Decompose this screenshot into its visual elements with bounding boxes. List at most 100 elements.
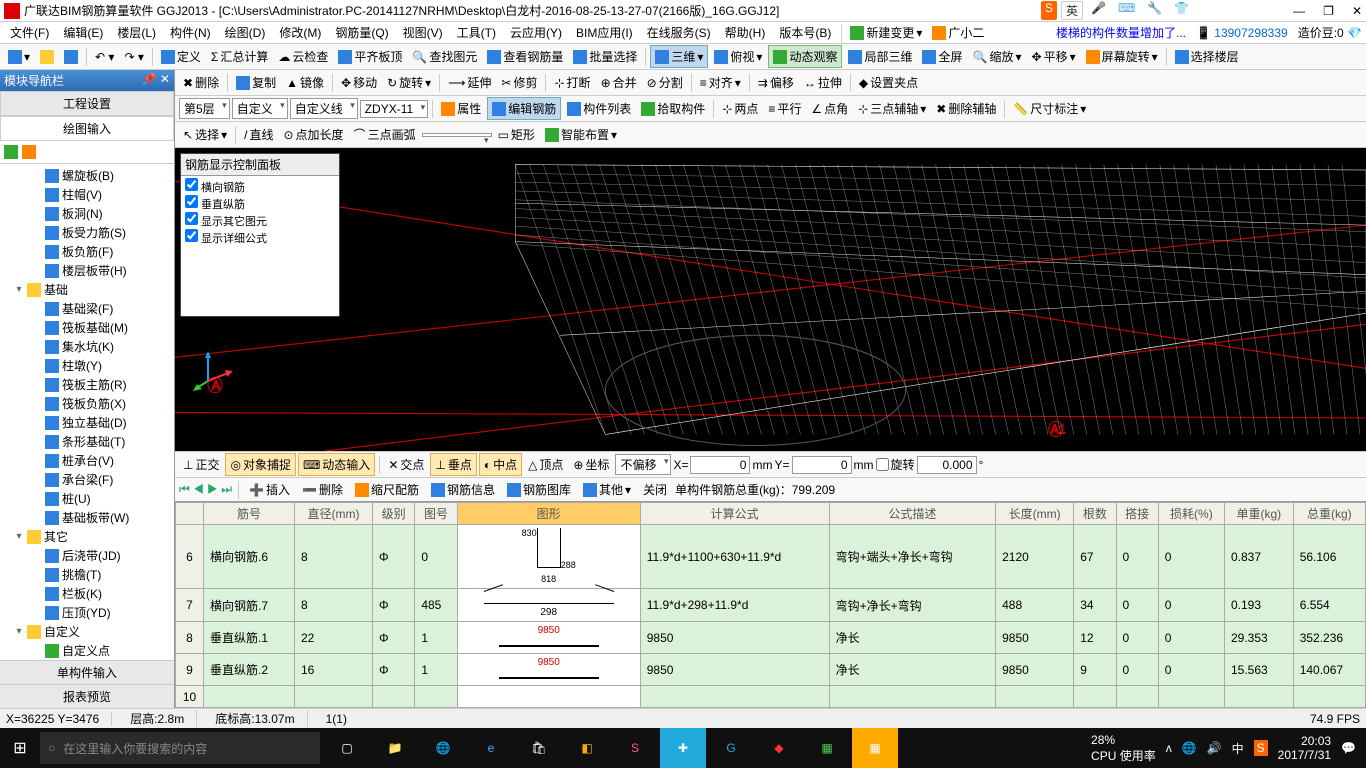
credits[interactable]: 造价豆:0 💎 [1298,24,1362,41]
tree-node[interactable]: 自定义点 [2,641,172,660]
menu-version[interactable]: 版本号(B) [773,22,837,43]
line-tool[interactable]: / 直线 [240,124,277,145]
tree-node[interactable]: 螺旋板(B) [2,166,172,185]
tree-node[interactable]: 板负筋(F) [2,242,172,261]
ime-lang[interactable]: 英 [1061,1,1083,20]
windows-taskbar[interactable]: ⊞ ○ 在这里输入你要搜索的内容 ▢ 📁 🌐 e 🛍 ◧ S ✚ G ◆ ▦ ▦… [0,728,1366,768]
code-select[interactable]: ZDYX-11 [360,100,428,118]
maximize-button[interactable]: ❐ [1323,4,1334,18]
col-header[interactable]: 图号 [415,503,457,525]
tree-node[interactable]: ▾其它 [2,527,172,546]
component-tree[interactable]: 螺旋板(B)柱帽(V)板洞(N)板受力筋(S)板负筋(F)楼层板带(H)▾基础基… [0,164,174,660]
component-list-button[interactable]: 构件列表 [563,98,635,119]
new-change-button[interactable]: 新建变更 ▾ [846,22,926,43]
menu-view[interactable]: 视图(V) [397,22,449,43]
snap-coord[interactable]: ⊕ 坐标 [569,454,613,475]
task-chrome-icon[interactable]: 🌐 [420,728,466,768]
undo-icon[interactable]: ↶ ▾ [91,48,118,66]
snap-mid[interactable]: ◐ 中点 [479,453,522,476]
col-header[interactable] [176,503,204,525]
task-app6-icon[interactable]: ▦ [804,728,850,768]
table-row[interactable]: 8垂直纵筋.122Φ198509850净长9850120029.353352.2… [176,622,1366,654]
subcat-select[interactable]: 自定义线 [290,98,358,119]
pointlen-tool[interactable]: ⊙ 点加长度 [279,124,347,145]
tree-node[interactable]: 集水坑(K) [2,337,172,356]
col-header[interactable]: 计算公式 [640,503,829,525]
grid-insert[interactable]: ➕ 插入 [245,479,294,500]
nav-icon[interactable] [22,145,36,159]
pointangle-button[interactable]: ∠ 点角 [807,98,852,119]
start-button[interactable]: ⊞ [0,738,40,758]
col-header[interactable]: 损耗(%) [1158,503,1224,525]
fullscreen-button[interactable]: 全屏 [918,46,966,67]
tree-node[interactable]: 条形基础(T) [2,432,172,451]
menu-component[interactable]: 构件(N) [164,22,217,43]
mirror-button[interactable]: ▲ 镜像 [282,72,328,93]
ortho-toggle[interactable]: ⊥ 正交 [179,454,223,475]
tree-node[interactable]: 桩(U) [2,489,172,508]
tray-vol-icon[interactable]: 🔊 [1207,741,1222,755]
copy-button[interactable]: 复制 [232,72,280,93]
rotate-button[interactable]: ↻ 旋转 ▾ [383,72,435,93]
ime-bar[interactable]: S 英 🎤 ⌨ 🔧 👕 [1041,1,1193,20]
col-header[interactable]: 长度(mm) [996,503,1074,525]
calc-button[interactable]: Σ 汇总计算 [207,46,272,67]
tray-up-icon[interactable]: ʌ [1166,741,1172,755]
col-header[interactable]: 级别 [373,503,415,525]
menu-cloud[interactable]: 云应用(Y) [504,22,568,43]
tray-net-icon[interactable]: 🌐 [1182,741,1197,755]
flush-button[interactable]: 平齐板顶 [334,46,406,67]
tray-clock[interactable]: 20:032017/7/31 [1278,734,1331,763]
tree-node[interactable]: 楼层板带(H) [2,261,172,280]
tray-ime-icon[interactable]: S [1254,740,1268,756]
arc-select[interactable] [422,133,492,137]
tray-notif-icon[interactable]: 💬 [1341,741,1356,755]
batch-select-button[interactable]: 批量选择 [569,46,641,67]
3d-viewport[interactable]: 钢筋显示控制面板 横向钢筋 垂直纵筋 显示其它图元 显示详细公式 A A1 [175,148,1366,451]
menu-edit[interactable]: 编辑(E) [57,22,109,43]
snap-perp[interactable]: ⊥ 垂点 [430,453,476,476]
grid-delete[interactable]: ➖ 删除 [298,479,347,500]
new-icon[interactable]: ▾ [4,48,34,66]
edit-rebar-button[interactable]: 编辑钢筋 [487,97,561,120]
merge-button[interactable]: ⊕ 合并 [597,72,641,93]
properties-button[interactable]: 属性 [437,98,485,119]
add-icon[interactable] [4,145,18,159]
tree-node[interactable]: 独立基础(D) [2,413,172,432]
grid-other[interactable]: 其他 ▾ [579,479,635,500]
dyninput-toggle[interactable]: ⌨ 动态输入 [298,453,375,476]
task-store-icon[interactable]: 🛍 [516,728,562,768]
tree-node[interactable]: 柱墩(Y) [2,356,172,375]
col-header[interactable]: 直径(mm) [294,503,372,525]
table-row[interactable]: 9垂直纵筋.216Φ198509850净长985090015.563140.06… [176,654,1366,686]
task-folder-icon[interactable]: 📁 [372,728,418,768]
task-edge-icon[interactable]: e [468,728,514,768]
save-icon[interactable] [60,48,82,66]
extend-button[interactable]: ⟶ 延伸 [444,72,495,93]
table-row[interactable]: 7横向钢筋.78Φ48529811.9*d+298+11.9*d弯钩+净长+弯钩… [176,589,1366,622]
align-button[interactable]: ≡ 对齐 ▾ [696,72,745,93]
tray-lang[interactable]: 中 [1232,740,1244,757]
parallel-button[interactable]: ≡ 平行 [764,98,805,119]
arc-tool[interactable]: ⌒ 三点画弧 [350,124,420,145]
tree-node[interactable]: 承台梁(F) [2,470,172,489]
minimize-button[interactable]: — [1293,4,1305,18]
trim-button[interactable]: ✂ 修剪 [497,72,541,93]
zoom-button[interactable]: 🔍 缩放 ▾ [969,46,1026,67]
tab-single-input[interactable]: 单构件输入 [0,660,174,684]
tab-project-settings[interactable]: 工程设置 [0,91,174,116]
tree-node[interactable]: 压顶(YD) [2,603,172,622]
tree-node[interactable]: ▾自定义 [2,622,172,641]
delete-button[interactable]: ✖ 删除 [179,72,223,93]
phone-link[interactable]: 📱 13907298339 [1196,26,1288,40]
open-icon[interactable] [36,48,58,66]
rect-tool[interactable]: ▭ 矩形 [494,124,539,145]
smart-layout[interactable]: 智能布置 ▾ [541,124,621,145]
col-header[interactable]: 图形 [457,503,640,525]
orbit-button[interactable]: 动态观察 [768,45,842,68]
table-row[interactable]: 10 [176,686,1366,708]
x-input[interactable] [690,456,750,474]
osnap-toggle[interactable]: ◎ 对象捕捉 [225,453,296,476]
col-header[interactable]: 公式描述 [829,503,996,525]
tree-node[interactable]: 板受力筋(S) [2,223,172,242]
